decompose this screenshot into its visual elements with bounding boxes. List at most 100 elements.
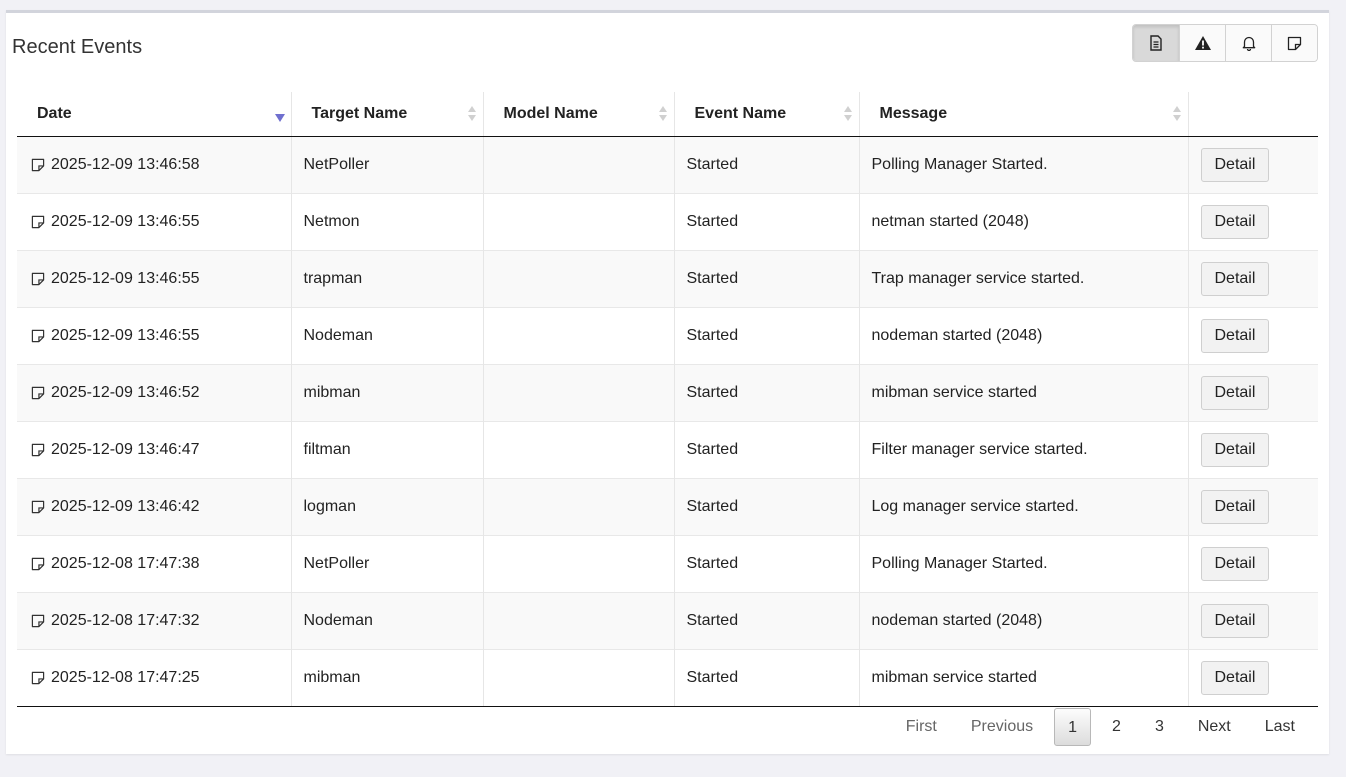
event-date: 2025-12-08 17:47:32 (51, 612, 200, 629)
note-icon[interactable] (31, 386, 45, 400)
note-icon[interactable] (31, 557, 45, 571)
cell-target-name: Nodeman (290, 307, 483, 365)
recent-events-panel: Recent Events Date Target Name Model Nam… (6, 10, 1329, 754)
detail-button[interactable]: Detail (1200, 604, 1270, 638)
pagination-page-1[interactable]: 1 (1054, 708, 1092, 746)
note-icon[interactable] (31, 443, 45, 457)
cell-target-name: mibman (290, 649, 483, 707)
detail-button[interactable]: Detail (1200, 490, 1270, 524)
cell-event-name: Started (673, 478, 859, 536)
cell-actions: Detail (1187, 478, 1318, 536)
column-header-model-name[interactable]: Model Name (482, 92, 674, 137)
detail-button[interactable]: Detail (1200, 148, 1270, 182)
sort-icon (843, 106, 852, 122)
column-header-label: Message (879, 105, 948, 122)
sort-descending-icon (274, 114, 285, 122)
note-icon[interactable] (31, 215, 45, 229)
cell-message: Polling Manager Started. (858, 136, 1188, 194)
pagination-next[interactable]: Next (1181, 708, 1248, 746)
events-table-body: 2025-12-09 13:46:58 NetPoller Started Polli… (17, 136, 1318, 707)
cell-event-name: Started (673, 307, 859, 365)
cell-model-name (482, 421, 674, 479)
event-date: 2025-12-09 13:46:47 (51, 441, 200, 458)
cell-model-name (482, 136, 674, 194)
detail-button[interactable]: Detail (1200, 319, 1270, 353)
cell-message: netman started (2048) (858, 193, 1188, 251)
cell-target-name: logman (290, 478, 483, 536)
cell-date: 2025-12-09 13:46:42 (17, 478, 291, 536)
detail-button[interactable]: Detail (1200, 433, 1270, 467)
detail-button[interactable]: Detail (1200, 376, 1270, 410)
column-header-target-name[interactable]: Target Name (290, 92, 483, 137)
detail-button[interactable]: Detail (1200, 205, 1270, 239)
cell-model-name (482, 193, 674, 251)
sort-icon (1172, 106, 1181, 122)
warning-icon (1194, 36, 1211, 50)
table-row: 2025-12-09 13:46:42 logman Started Log mana… (17, 478, 1318, 536)
column-header-date[interactable]: Date (17, 92, 291, 137)
pagination-last[interactable]: Last (1248, 708, 1312, 746)
table-row: 2025-12-08 17:47:25 mibman Started mibman s… (17, 649, 1318, 707)
column-header-event-name[interactable]: Event Name (673, 92, 859, 137)
pagination-page-2[interactable]: 2 (1095, 708, 1138, 746)
pagination-previous[interactable]: Previous (954, 708, 1050, 746)
cell-target-name: NetPoller (290, 535, 483, 593)
view-alerts-button[interactable] (1225, 25, 1271, 61)
pagination-first[interactable]: First (889, 708, 954, 746)
sort-icon (658, 106, 667, 122)
note-icon[interactable] (31, 272, 45, 286)
column-header-label: Date (37, 105, 72, 122)
event-date: 2025-12-09 13:46:58 (51, 156, 200, 173)
column-header-message[interactable]: Message (858, 92, 1188, 137)
cell-model-name (482, 364, 674, 422)
cell-event-name: Started (673, 250, 859, 308)
cell-model-name (482, 250, 674, 308)
note-icon[interactable] (31, 671, 45, 685)
cell-event-name: Started (673, 592, 859, 650)
column-header-label: Model Name (503, 105, 598, 122)
bell-icon (1242, 36, 1255, 51)
note-icon[interactable] (31, 614, 45, 628)
note-icon (1287, 36, 1302, 50)
view-warnings-button[interactable] (1179, 25, 1225, 61)
table-row: 2025-12-09 13:46:52 mibman Started mibman s… (17, 364, 1318, 422)
cell-event-name: Started (673, 421, 859, 479)
event-date: 2025-12-09 13:46:55 (51, 327, 200, 344)
detail-button[interactable]: Detail (1200, 661, 1270, 695)
cell-date: 2025-12-08 17:47:38 (17, 535, 291, 593)
cell-actions: Detail (1187, 421, 1318, 479)
cell-actions: Detail (1187, 649, 1318, 707)
cell-event-name: Started (673, 649, 859, 707)
event-date: 2025-12-09 13:46:42 (51, 498, 200, 515)
cell-target-name: Netmon (290, 193, 483, 251)
cell-message: Polling Manager Started. (858, 535, 1188, 593)
cell-actions: Detail (1187, 250, 1318, 308)
note-icon[interactable] (31, 158, 45, 172)
event-date: 2025-12-09 13:46:55 (51, 213, 200, 230)
cell-message: nodeman started (2048) (858, 592, 1188, 650)
table-row: 2025-12-09 13:46:55 Nodeman Started nodeman… (17, 307, 1318, 365)
cell-model-name (482, 535, 674, 593)
table-row: 2025-12-09 13:46:55 trapman Started Trap ma… (17, 250, 1318, 308)
cell-target-name: mibman (290, 364, 483, 422)
cell-date: 2025-12-09 13:46:52 (17, 364, 291, 422)
cell-actions: Detail (1187, 136, 1318, 194)
event-date: 2025-12-08 17:47:38 (51, 555, 200, 572)
cell-actions: Detail (1187, 364, 1318, 422)
cell-actions: Detail (1187, 193, 1318, 251)
view-notes-button[interactable] (1271, 25, 1317, 61)
note-icon[interactable] (31, 500, 45, 514)
cell-date: 2025-12-09 13:46:55 (17, 250, 291, 308)
cell-target-name: filtman (290, 421, 483, 479)
note-icon[interactable] (31, 329, 45, 343)
table-header-row: Date Target Name Model Name Event Name M… (17, 92, 1318, 137)
cell-target-name: trapman (290, 250, 483, 308)
events-table: Date Target Name Model Name Event Name M… (17, 92, 1318, 707)
cell-target-name: Nodeman (290, 592, 483, 650)
pagination: First Previous 1 2 3 Next Last (889, 707, 1312, 747)
view-documents-button[interactable] (1133, 25, 1179, 61)
detail-button[interactable]: Detail (1200, 547, 1270, 581)
cell-date: 2025-12-09 13:46:47 (17, 421, 291, 479)
pagination-page-3[interactable]: 3 (1138, 708, 1181, 746)
detail-button[interactable]: Detail (1200, 262, 1270, 296)
